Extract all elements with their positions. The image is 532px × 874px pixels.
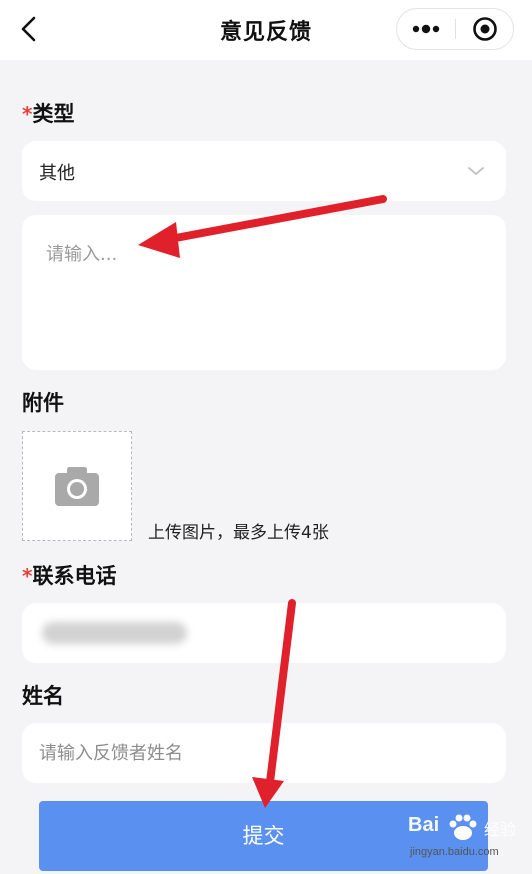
chevron-down-icon (468, 167, 484, 175)
required-mark: * (22, 564, 33, 588)
target-circle-icon (473, 17, 497, 41)
type-select[interactable]: 其他 (22, 141, 506, 201)
watermark-brand-suffix: 经验 (484, 820, 517, 839)
type-label-text: 类型 (32, 102, 75, 126)
name-label: 姓名 (22, 684, 64, 708)
phone-label-text: 联系电话 (32, 564, 117, 588)
phone-field[interactable] (22, 603, 506, 663)
watermark-url: jingyan.baidu.com (410, 846, 499, 858)
image-upload-button[interactable] (22, 431, 132, 541)
paw-icon (449, 814, 477, 840)
name-input[interactable] (22, 723, 506, 783)
attachment-label: 附件 (22, 391, 64, 415)
watermark-brand: Bai (408, 814, 440, 836)
more-dots-icon (412, 24, 440, 34)
required-mark: * (22, 102, 33, 126)
close-miniprogram-button[interactable] (456, 9, 514, 49)
navigation-bar: 意见反馈 (0, 0, 532, 60)
more-button[interactable] (397, 9, 455, 49)
name-card (22, 723, 506, 783)
type-select-value: 其他 (39, 163, 75, 184)
camera-icon (55, 467, 99, 506)
phone-label: *联系电话 (22, 560, 116, 590)
description-card (22, 215, 506, 370)
phone-number-blurred (42, 622, 187, 644)
baidu-jingyan-watermark: Bai 经验 jingyan.baidu.com (408, 812, 526, 864)
upload-hint-text: 上传图片，最多上传4张 (148, 523, 329, 543)
type-label: *类型 (22, 98, 74, 128)
description-input[interactable] (22, 215, 506, 370)
miniprogram-capsule (396, 8, 514, 50)
